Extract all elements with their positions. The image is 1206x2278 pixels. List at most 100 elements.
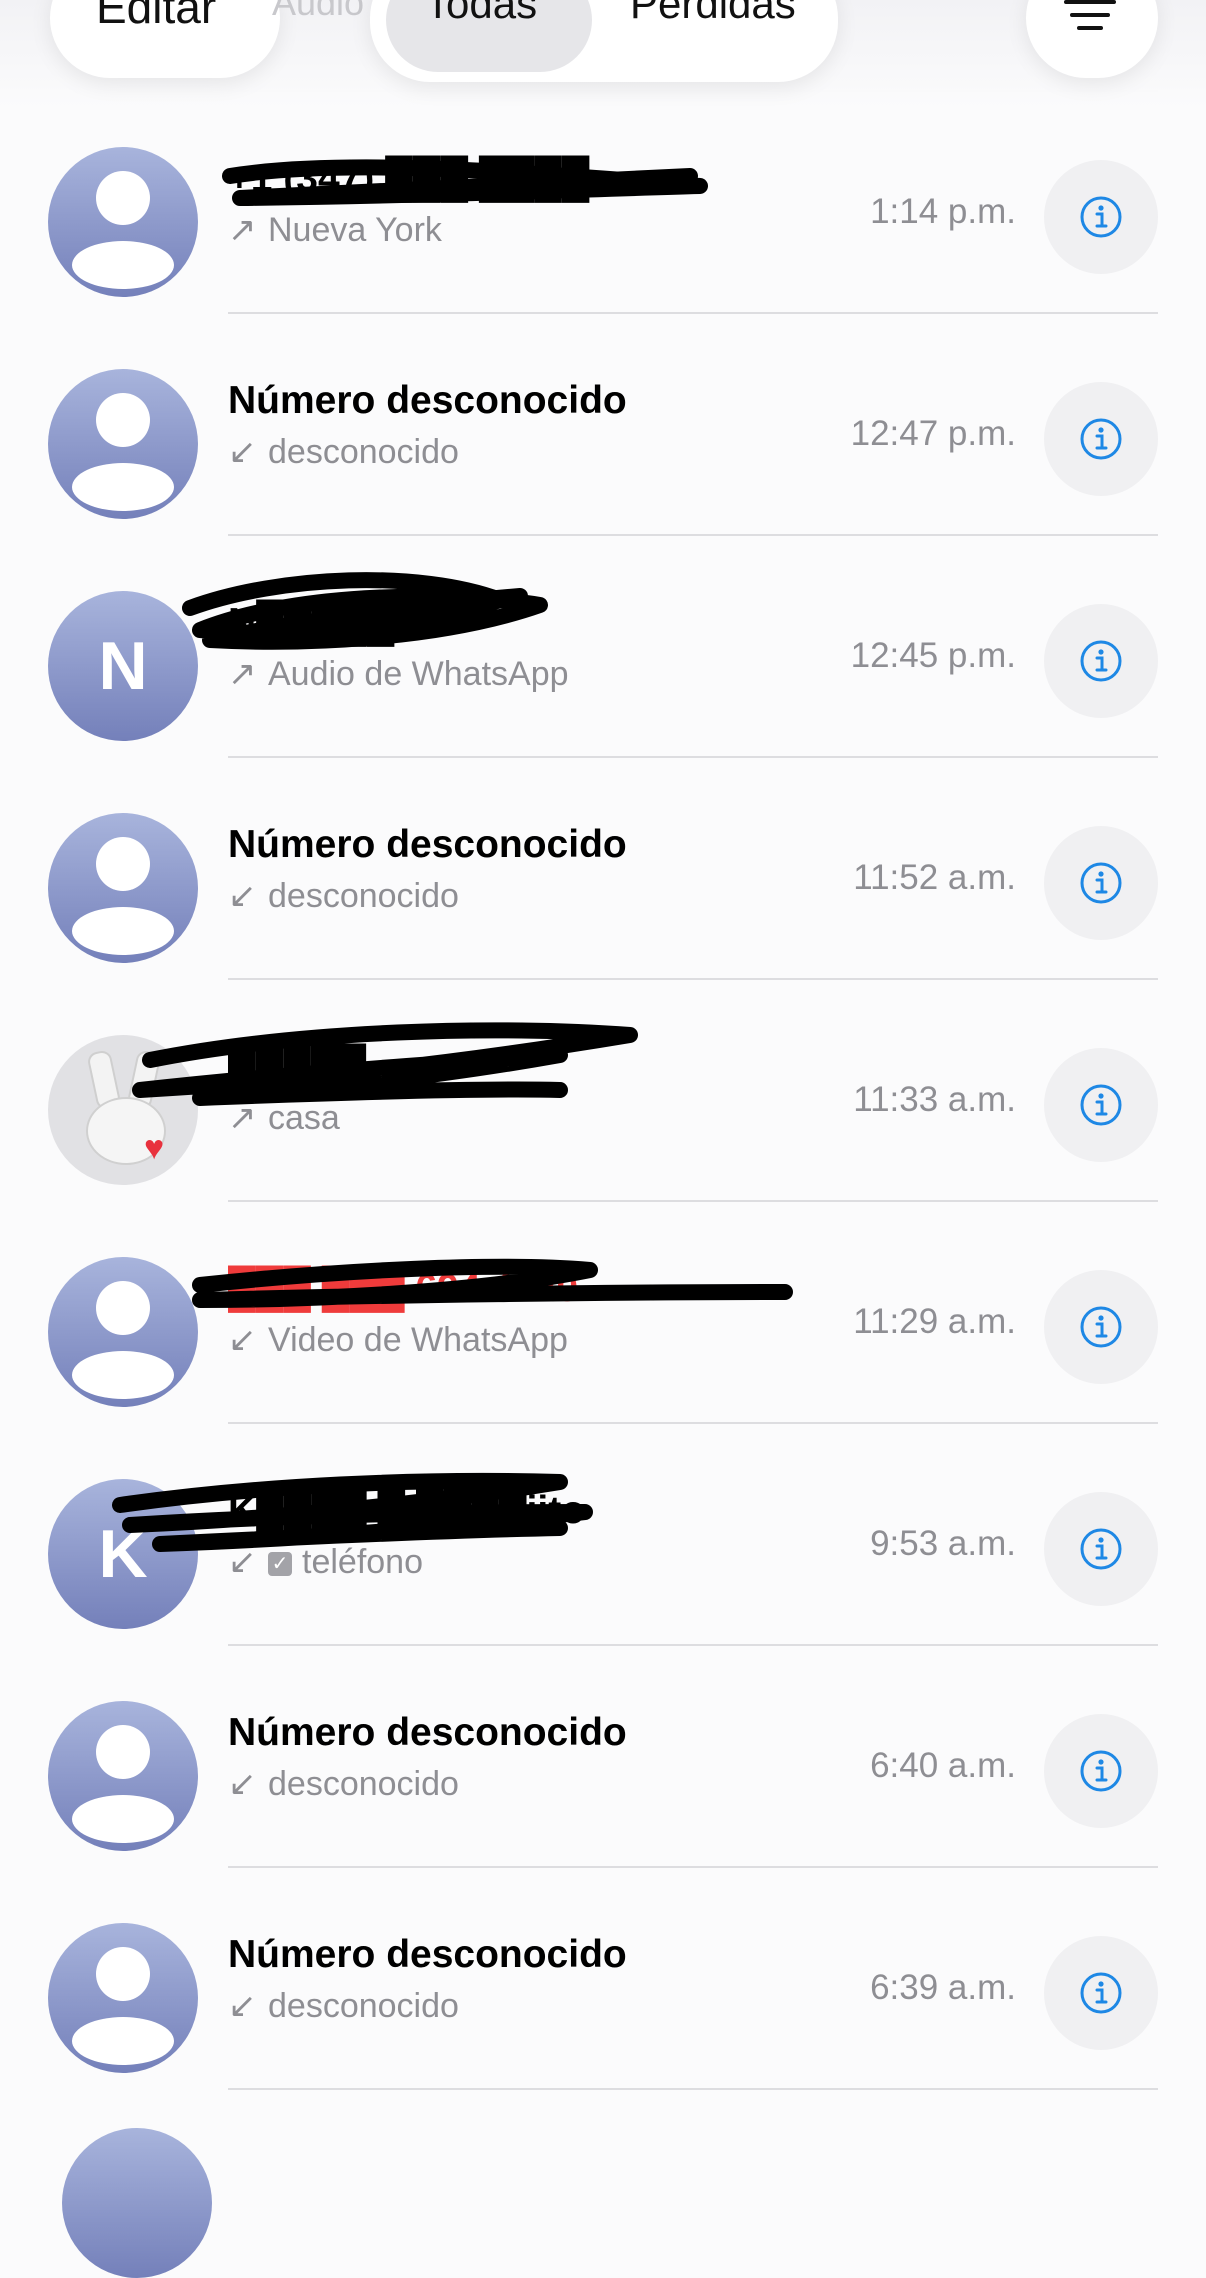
person-head-shape	[96, 1725, 150, 1779]
person-body-shape	[72, 2017, 174, 2065]
caller-name: Número desconocido	[228, 1933, 627, 1976]
contact-placeholder-icon	[48, 1923, 198, 2073]
outgoing-call-icon: ↗	[228, 211, 257, 249]
contact-placeholder-icon	[48, 1257, 198, 1407]
call-detail-label: Nueva York	[268, 211, 442, 249]
call-detail-label: desconocido	[268, 877, 459, 915]
filter-lines-icon[interactable]	[1064, 0, 1116, 30]
person-body-shape	[72, 1351, 174, 1399]
incoming-call-icon: ↙	[228, 877, 257, 915]
caller-name: Número desconocido	[228, 823, 627, 866]
contact-placeholder-icon	[48, 147, 198, 297]
call-detail: ↙ Video de WhatsApp	[228, 1320, 568, 1360]
person-head-shape	[96, 1281, 150, 1335]
incoming-call-icon: ↙	[228, 1987, 257, 2025]
person-head-shape	[96, 171, 150, 225]
call-time: 1:14 p.m.	[870, 192, 1016, 231]
call-time: 12:47 p.m.	[850, 414, 1016, 453]
info-button[interactable]	[1044, 1492, 1158, 1606]
call-time: 9:53 a.m.	[870, 1524, 1016, 1563]
caller-name: ███ ███ 694 4180	[228, 1267, 579, 1310]
call-detail-label: teléfono	[302, 1543, 423, 1581]
incoming-call-icon: ↙	[228, 1321, 257, 1359]
call-time: 6:40 a.m.	[870, 1746, 1016, 1785]
call-row[interactable]: Número desconocido ↙ desconocido 6:40 a.m.	[0, 1646, 1206, 1868]
person-head-shape	[96, 393, 150, 447]
outgoing-call-icon: ↗	[228, 1099, 257, 1137]
call-detail: ↗ Nueva York	[228, 210, 442, 250]
person-body-shape	[72, 463, 174, 511]
info-button[interactable]	[1044, 1270, 1158, 1384]
call-detail: ↙ desconocido	[228, 1986, 459, 2026]
info-icon[interactable]	[1079, 417, 1123, 461]
call-detail: ↗ Audio de WhatsApp	[228, 654, 569, 694]
call-detail: ↗ casa	[228, 1098, 340, 1138]
person-head-shape	[96, 1947, 150, 2001]
info-button[interactable]	[1044, 1048, 1158, 1162]
call-detail-label: Audio de WhatsApp	[268, 655, 569, 693]
avatar: K	[48, 1479, 198, 1629]
contact-placeholder-icon	[48, 369, 198, 519]
call-row[interactable]: K K████ █ ████jito ↙ ✓ teléfono 9:53 a.m.	[0, 1424, 1206, 1646]
scrolled-ghost-text: Audio	[272, 0, 365, 23]
avatar-initial: N	[98, 628, 148, 704]
call-detail-label: desconocido	[268, 433, 459, 471]
info-icon[interactable]	[1079, 639, 1123, 683]
call-detail: ↙ desconocido	[228, 1764, 459, 1804]
person-body-shape	[72, 907, 174, 955]
info-button[interactable]	[1044, 604, 1158, 718]
call-row[interactable]: +1 (347) ███ ████ ↗ Nueva York 1:14 p.m.	[0, 92, 1206, 314]
info-button[interactable]	[1044, 1936, 1158, 2050]
verified-check-icon: ✓	[268, 1552, 292, 1577]
person-body-shape	[72, 1795, 174, 1843]
row-divider	[228, 2088, 1158, 2090]
info-button[interactable]	[1044, 382, 1158, 496]
call-time: 11:29 a.m.	[853, 1302, 1016, 1341]
call-detail-label: casa	[268, 1099, 340, 1137]
outgoing-call-icon: ↗	[228, 655, 257, 693]
person-head-shape	[96, 837, 150, 891]
call-time: 11:52 a.m.	[853, 858, 1016, 897]
info-icon[interactable]	[1079, 1749, 1123, 1793]
heart-icon: ♥	[144, 1129, 165, 1167]
info-icon[interactable]	[1079, 861, 1123, 905]
contact-placeholder-icon	[48, 813, 198, 963]
edit-button-label[interactable]: Editar	[96, 0, 216, 34]
call-detail: ↙ desconocido	[228, 876, 459, 916]
info-icon[interactable]	[1079, 1971, 1123, 2015]
call-row[interactable]: N N█████ ↗ Audio de WhatsApp 12:45 p.m.	[0, 536, 1206, 758]
call-detail-label: Video de WhatsApp	[268, 1321, 568, 1359]
segment-perdidas[interactable]: Perdidas	[630, 0, 796, 28]
caller-name: █████	[228, 1045, 367, 1088]
info-icon[interactable]	[1079, 1083, 1123, 1127]
call-detail-label: desconocido	[268, 1765, 459, 1803]
bunny-memoji-avatar: ♥	[48, 1035, 198, 1185]
caller-name: +1 (347) ███ ████	[228, 157, 590, 200]
info-icon[interactable]	[1079, 1305, 1123, 1349]
call-time: 11:33 a.m.	[853, 1080, 1016, 1119]
call-time: 6:39 a.m.	[870, 1968, 1016, 2007]
avatar: N	[48, 591, 198, 741]
caller-name: Número desconocido	[228, 379, 627, 422]
call-row[interactable]: ███ ███ 694 4180 ↙ Video de WhatsApp 11:29 …	[0, 1202, 1206, 1424]
call-detail: ↙ ✓ teléfono	[228, 1542, 423, 1582]
segment-todas[interactable]: Todas	[425, 0, 537, 28]
call-time: 12:45 p.m.	[850, 636, 1016, 675]
next-row-avatar-peek	[62, 2128, 212, 2278]
caller-name: N█████	[228, 601, 395, 644]
call-row[interactable]: ♥ █████ ↗ casa 11:33 a.m.	[0, 980, 1206, 1202]
incoming-call-icon: ↙	[228, 1543, 257, 1581]
info-icon[interactable]	[1079, 195, 1123, 239]
caller-name: Número desconocido	[228, 1711, 627, 1754]
incoming-call-icon: ↙	[228, 433, 257, 471]
info-button[interactable]	[1044, 1714, 1158, 1828]
info-button[interactable]	[1044, 160, 1158, 274]
incoming-call-icon: ↙	[228, 1765, 257, 1803]
info-icon[interactable]	[1079, 1527, 1123, 1571]
call-row[interactable]: Número desconocido ↙ desconocido 6:39 a.m.	[0, 1868, 1206, 2090]
call-detail-label: desconocido	[268, 1987, 459, 2025]
call-row[interactable]: Número desconocido ↙ desconocido 12:47 p.m.	[0, 314, 1206, 536]
call-detail: ↙ desconocido	[228, 432, 459, 472]
call-row[interactable]: Número desconocido ↙ desconocido 11:52 a.m.	[0, 758, 1206, 980]
info-button[interactable]	[1044, 826, 1158, 940]
